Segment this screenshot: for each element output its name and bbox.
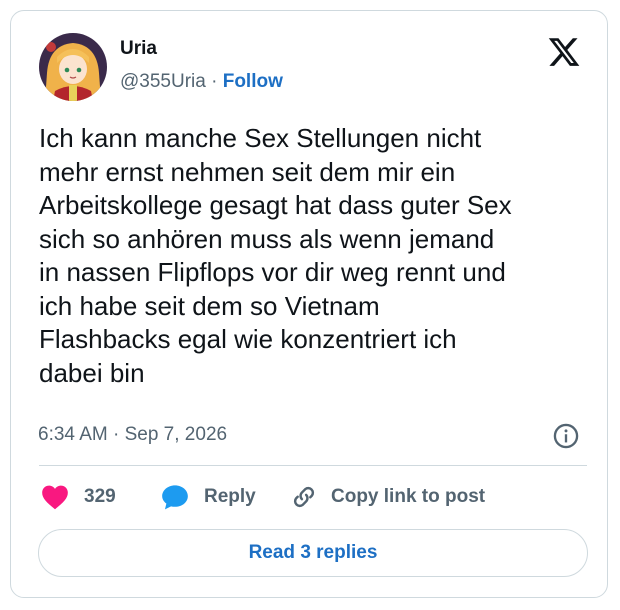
anime-avatar-icon — [39, 33, 107, 101]
reply-button[interactable]: Reply — [161, 481, 256, 513]
avatar[interactable] — [39, 33, 107, 101]
follow-button[interactable]: Follow — [223, 71, 283, 92]
read-replies-button[interactable]: Read 3 replies — [38, 529, 588, 577]
author-handle-line: @355Uria · Follow — [120, 71, 283, 93]
copy-link-button[interactable]: Copy link to post — [290, 481, 485, 513]
reply-bubble-icon — [162, 485, 188, 510]
tweet-timestamp[interactable]: 6:34 AM · Sep 7, 2026 — [38, 424, 227, 446]
author-handle[interactable]: @355Uria — [120, 71, 206, 92]
like-count: 329 — [84, 486, 116, 507]
like-button[interactable]: 329 — [41, 481, 116, 513]
reply-label: Reply — [204, 486, 256, 507]
link-icon — [293, 486, 315, 508]
author-name[interactable]: Uria — [120, 38, 157, 60]
handle-separator: · — [211, 71, 218, 92]
tweet-text: Ich kann manche Sex Stellungen nicht meh… — [39, 123, 512, 388]
info-icon[interactable] — [552, 422, 580, 450]
heart-icon — [42, 485, 68, 510]
copy-link-label: Copy link to post — [331, 486, 486, 507]
divider — [39, 465, 587, 466]
x-logo-icon[interactable] — [547, 35, 581, 69]
tweet-card: Uria @355Uria · Follow Ich kann manche S… — [10, 10, 608, 598]
